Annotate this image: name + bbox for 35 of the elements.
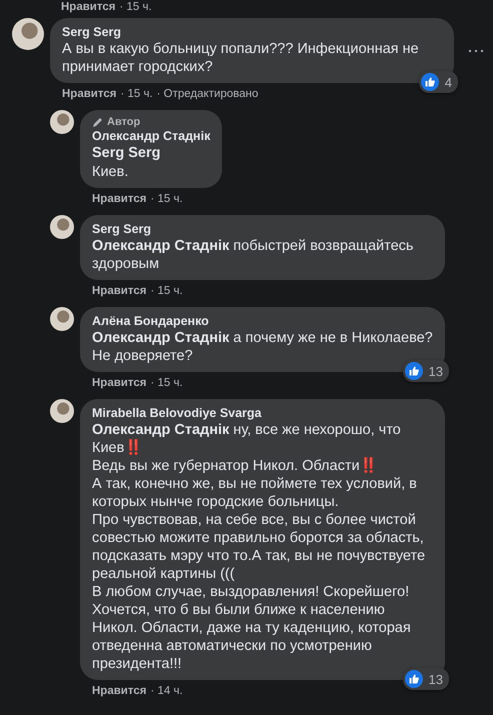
avatar[interactable] bbox=[50, 399, 74, 423]
comment-text: Олександр Стаднік побыстрей возвращайтесь здоровым bbox=[92, 237, 414, 273]
author-label: Автор bbox=[107, 116, 140, 128]
avatar[interactable] bbox=[50, 307, 74, 331]
comment-text: Киев. bbox=[92, 163, 130, 181]
avatar[interactable] bbox=[50, 215, 74, 239]
avatar[interactable] bbox=[50, 110, 74, 134]
reaction-count[interactable]: 4 bbox=[418, 71, 458, 93]
avatar[interactable] bbox=[12, 18, 44, 50]
author-name[interactable]: Алёна Бондаренко bbox=[92, 313, 433, 329]
reaction-count[interactable]: 13 bbox=[402, 360, 449, 382]
edited-label: · Отредактировано bbox=[156, 87, 258, 101]
author-name[interactable]: Serg Serg bbox=[62, 24, 442, 40]
thumbs-up-icon bbox=[404, 670, 423, 688]
comment-time: · 15 ч. bbox=[150, 376, 183, 390]
pen-icon bbox=[92, 116, 103, 128]
like-link[interactable]: Нравится bbox=[92, 192, 146, 206]
comment-time: · 14 ч. bbox=[150, 684, 183, 698]
mention-link[interactable]: Serg Serg bbox=[92, 144, 210, 163]
author-name[interactable]: Serg Serg bbox=[92, 221, 433, 237]
author-name[interactable]: Олександр Стаднік bbox=[92, 128, 210, 144]
comment-text: А вы в какую больницу попали??? Инфекционная не принимает городских? bbox=[62, 40, 420, 76]
comment-time: · 15 ч. bbox=[119, 0, 152, 14]
comment-time: · 15 ч. bbox=[150, 192, 183, 206]
reaction-count[interactable]: 13 bbox=[402, 668, 449, 690]
like-link[interactable]: Нравится bbox=[61, 0, 116, 14]
comment-time: · 15 ч. bbox=[120, 87, 153, 101]
thumbs-up-icon bbox=[420, 73, 439, 91]
thumbs-up-icon bbox=[404, 362, 423, 380]
author-name[interactable]: Mirabella Belovodiye Svarga bbox=[92, 405, 433, 421]
like-link[interactable]: Нравится bbox=[92, 376, 146, 390]
comment-time: · 15 ч. bbox=[150, 284, 183, 298]
like-link[interactable]: Нравится bbox=[92, 284, 146, 298]
like-link[interactable]: Нравится bbox=[92, 684, 146, 698]
like-link[interactable]: Нравится bbox=[62, 87, 116, 101]
